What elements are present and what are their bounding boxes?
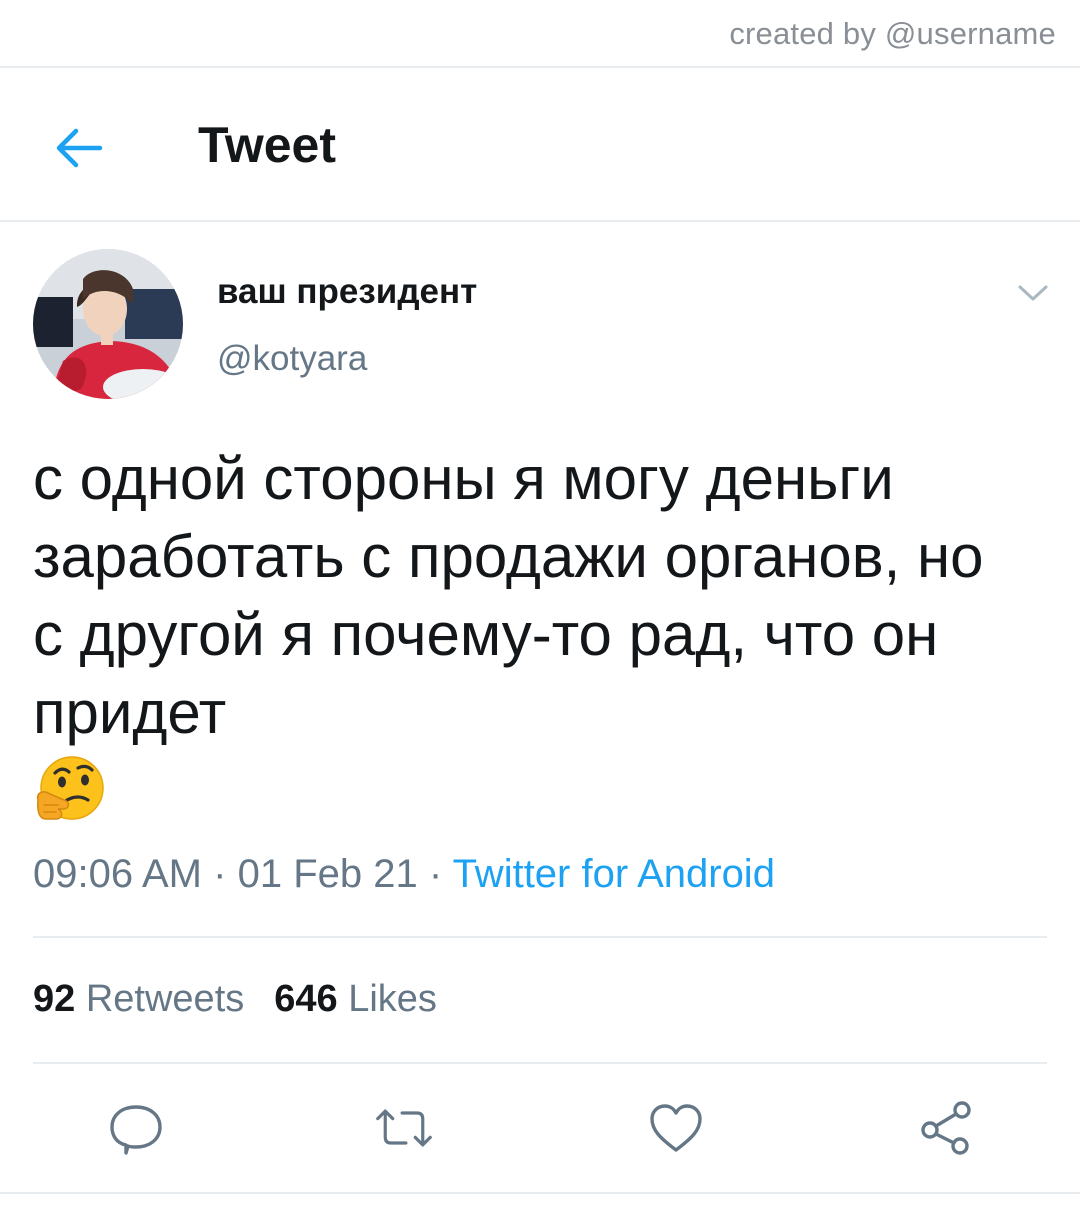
tweet-options-button[interactable] xyxy=(1010,278,1056,308)
retweets-count: 92 xyxy=(33,978,76,1020)
top-divider xyxy=(0,66,1080,68)
tweet-text-line: заработать с продажи органов, но xyxy=(33,523,984,590)
comment-icon xyxy=(110,1105,162,1155)
author-avatar[interactable] xyxy=(33,249,183,399)
chevron-down-icon xyxy=(1018,285,1048,301)
arrow-left-icon xyxy=(56,128,103,168)
tweet-date: 01 Feb 21 xyxy=(237,852,418,896)
reply-button[interactable] xyxy=(106,1098,166,1158)
watermark-text: created by @username xyxy=(729,16,1056,51)
header-divider xyxy=(0,220,1080,222)
tweet-time: 09:06 AM xyxy=(33,852,203,896)
meta-separator: · xyxy=(428,852,443,896)
author-handle[interactable]: @kotyara xyxy=(217,339,367,379)
tweet-text-line: придет xyxy=(33,679,227,746)
tweet-stats: 92 Retweets 646 Likes xyxy=(33,978,437,1021)
tweet-source-link[interactable]: Twitter for Android xyxy=(453,852,775,896)
stats-divider xyxy=(33,1062,1047,1064)
tweet-text-line: с одной стороны я могу деньги xyxy=(33,445,894,512)
tweet-meta: 09:06 AM · 01 Feb 21 · Twitter for Andro… xyxy=(33,852,775,897)
back-button[interactable] xyxy=(50,122,106,174)
author-display-name[interactable]: ваш президент xyxy=(217,272,477,312)
thinking-face-emoji-icon xyxy=(36,756,104,820)
avatar-image xyxy=(33,249,183,399)
likes-stat[interactable]: 646 Likes xyxy=(274,978,437,1020)
meta-divider xyxy=(33,936,1047,938)
tweet-text: с одной стороны я могу деньги заработать… xyxy=(33,440,1043,752)
retweet-button[interactable] xyxy=(374,1098,434,1158)
likes-label: Likes xyxy=(348,978,437,1020)
heart-icon xyxy=(650,1104,702,1152)
retweet-icon xyxy=(376,1109,432,1147)
meta-separator: · xyxy=(213,852,227,896)
tweet-detail-screen: created by @username Tweet ваш президент… xyxy=(0,0,1080,1210)
like-button[interactable] xyxy=(646,1098,706,1158)
share-button[interactable] xyxy=(916,1098,976,1158)
retweets-stat[interactable]: 92 Retweets xyxy=(33,978,244,1020)
retweets-label: Retweets xyxy=(85,978,245,1020)
share-icon xyxy=(921,1101,971,1155)
page-title: Tweet xyxy=(198,117,336,173)
likes-count: 646 xyxy=(274,978,338,1020)
tweet-text-line: с другой я почему-то рад, что он xyxy=(33,601,939,668)
bottom-divider xyxy=(0,1192,1080,1194)
